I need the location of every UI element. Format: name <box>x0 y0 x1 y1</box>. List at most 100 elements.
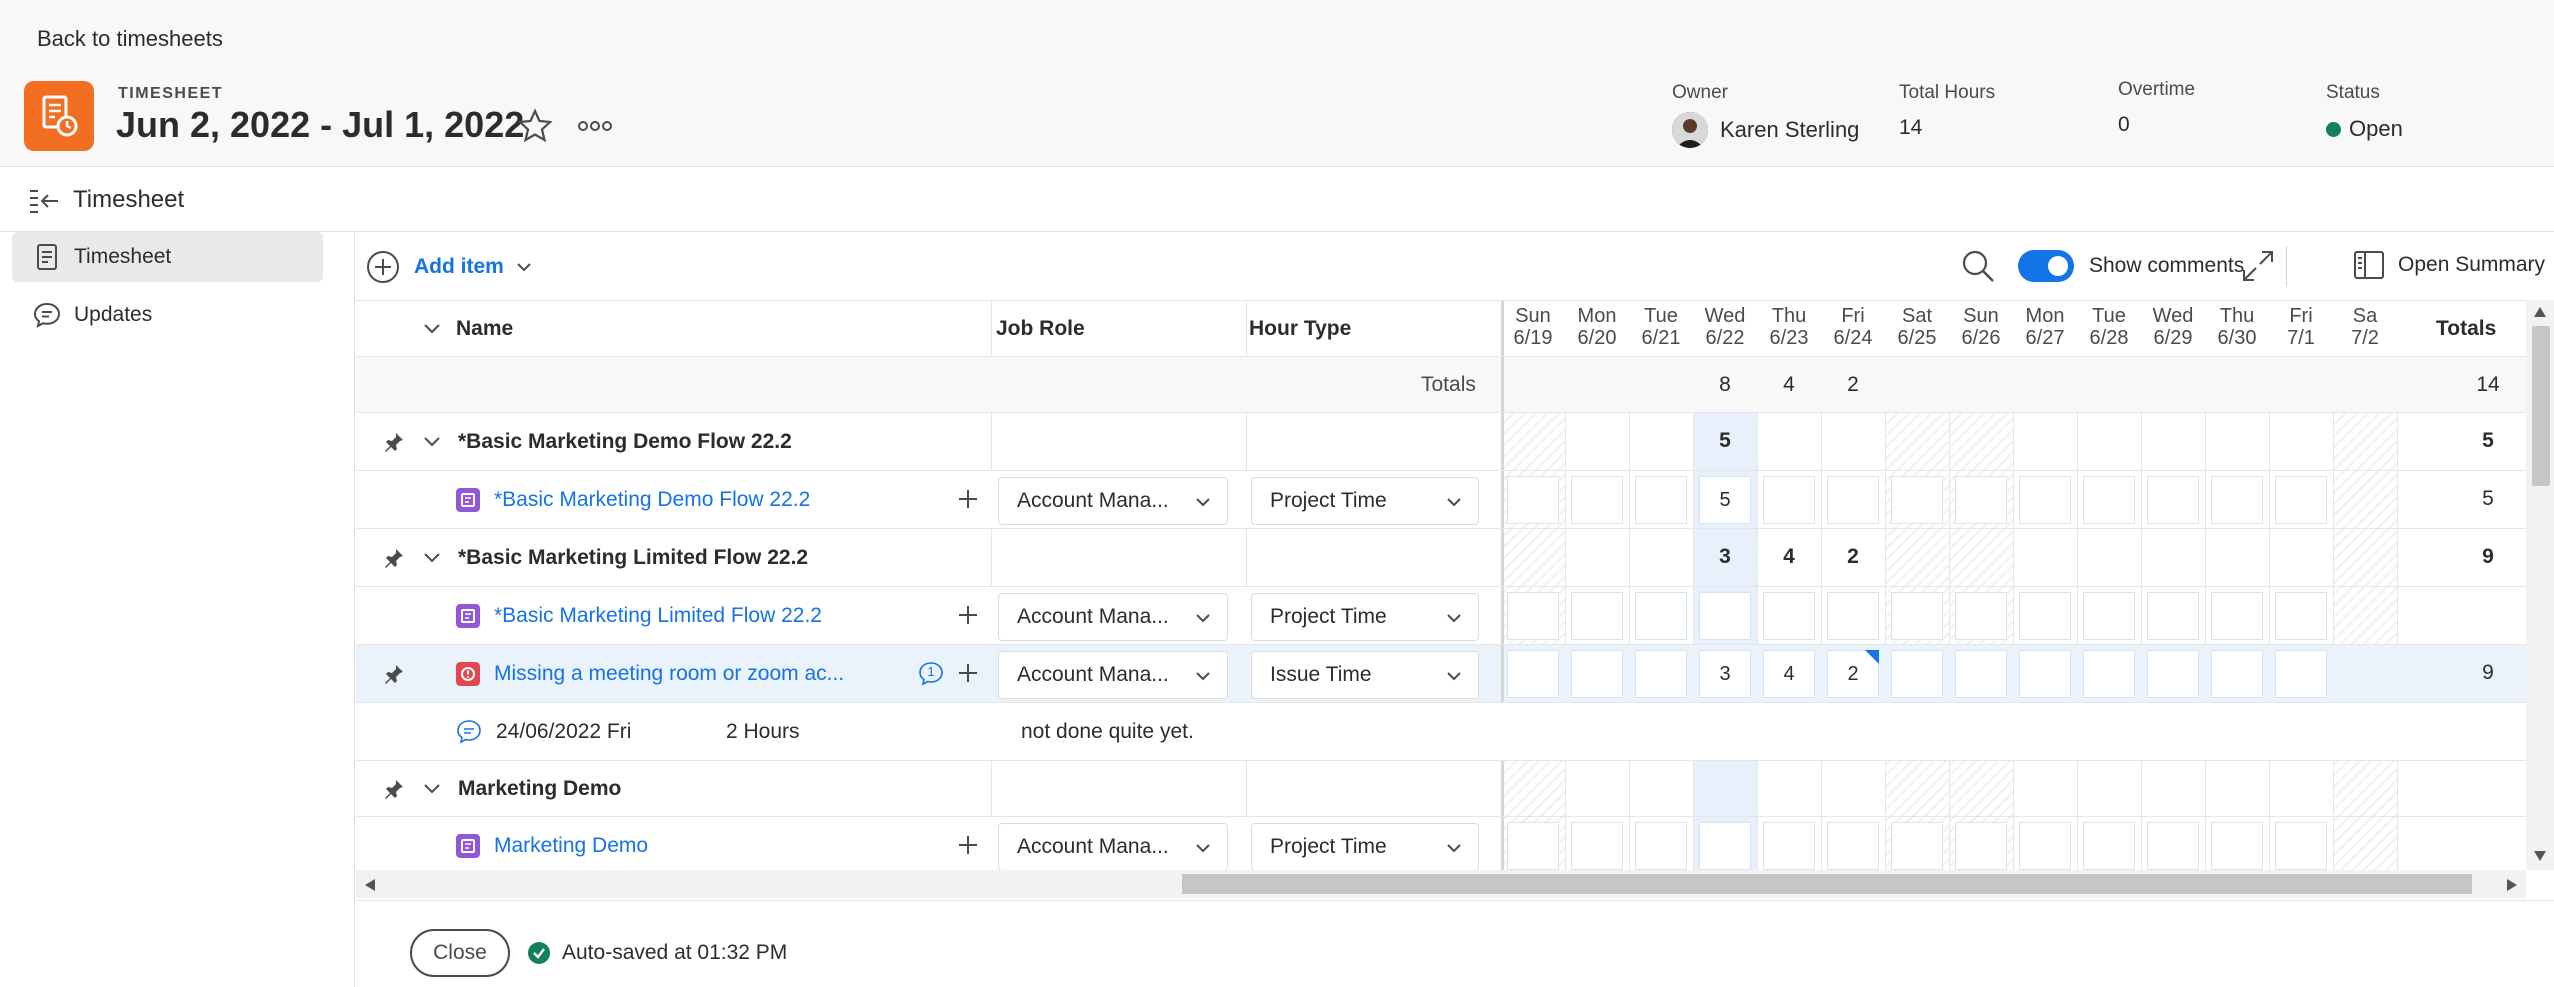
chevron-down-icon[interactable] <box>420 546 444 570</box>
pin-icon[interactable] <box>382 546 406 570</box>
hours-input[interactable] <box>1827 476 1879 524</box>
back-to-timesheets-link[interactable]: Back to timesheets <box>37 26 223 52</box>
hours-input[interactable] <box>1763 476 1815 524</box>
hours-input[interactable] <box>1635 476 1687 524</box>
hours-input[interactable] <box>1891 822 1943 870</box>
vertical-scroll-thumb[interactable] <box>2532 326 2550 486</box>
hours-input[interactable] <box>2147 650 2199 698</box>
hours-input[interactable] <box>1891 476 1943 524</box>
hours-input[interactable] <box>1635 822 1687 870</box>
hours-input[interactable]: 3 <box>1699 650 1751 698</box>
hours-input[interactable] <box>1763 822 1815 870</box>
more-options-icon[interactable] <box>575 106 615 146</box>
hours-input[interactable]: 4 <box>1763 650 1815 698</box>
job-role-dropdown[interactable]: Account Mana... <box>998 477 1228 525</box>
hours-input[interactable] <box>2019 822 2071 870</box>
hours-input[interactable] <box>2211 476 2263 524</box>
collapse-all-chevron-icon[interactable] <box>420 317 444 341</box>
hours-input[interactable] <box>1507 592 1559 640</box>
task-link[interactable]: *Basic Marketing Limited Flow 22.2 <box>494 604 822 628</box>
group-row[interactable]: Marketing Demo <box>356 761 2526 817</box>
hours-input[interactable] <box>2083 650 2135 698</box>
scroll-down-arrow-icon[interactable] <box>2533 850 2547 862</box>
hour-type-dropdown[interactable]: Issue Time <box>1251 651 1479 699</box>
hours-input[interactable] <box>1827 592 1879 640</box>
pin-icon[interactable] <box>382 430 406 454</box>
add-hours-plus-icon[interactable] <box>956 661 980 685</box>
comment-count-badge[interactable]: 1 <box>918 661 944 687</box>
hours-input[interactable] <box>2211 592 2263 640</box>
hours-input[interactable] <box>1571 592 1623 640</box>
avatar[interactable] <box>1672 112 1708 148</box>
hours-input[interactable] <box>1891 592 1943 640</box>
hours-input[interactable] <box>1955 822 2007 870</box>
hours-input[interactable] <box>1699 592 1751 640</box>
add-hours-plus-icon[interactable] <box>956 833 980 857</box>
hours-input[interactable] <box>2275 476 2327 524</box>
job-role-dropdown[interactable]: Account Mana... <box>998 823 1228 870</box>
hours-input[interactable] <box>2275 650 2327 698</box>
hours-input[interactable] <box>2083 476 2135 524</box>
hours-input[interactable] <box>2147 476 2199 524</box>
task-row[interactable]: Marketing Demo Account Mana... Project T… <box>356 817 2526 870</box>
scroll-right-arrow-icon[interactable] <box>2506 878 2518 892</box>
hour-type-dropdown[interactable]: Project Time <box>1251 477 1479 525</box>
open-summary-button[interactable]: Open Summary <box>2352 248 2545 282</box>
job-role-dropdown[interactable]: Account Mana... <box>998 651 1228 699</box>
group-row[interactable]: *Basic Marketing Demo Flow 22.2 5 5 <box>356 413 2526 471</box>
hours-input[interactable] <box>2275 822 2327 870</box>
group-row[interactable]: *Basic Marketing Limited Flow 22.2 3 4 2… <box>356 529 2526 587</box>
collapse-panel-icon[interactable] <box>28 188 60 214</box>
hours-input[interactable] <box>1635 650 1687 698</box>
column-header-hour-type[interactable]: Hour Type <box>1249 317 1351 341</box>
hours-input[interactable] <box>2275 592 2327 640</box>
task-row[interactable]: *Basic Marketing Demo Flow 22.2 Account … <box>356 471 2526 529</box>
column-header-name[interactable]: Name <box>456 317 513 341</box>
show-comments-toggle[interactable] <box>2018 250 2074 282</box>
hours-input[interactable] <box>1635 592 1687 640</box>
nav-item-updates[interactable]: Updates <box>12 290 323 340</box>
hours-input[interactable] <box>1571 650 1623 698</box>
column-header-job-role[interactable]: Job Role <box>996 317 1085 341</box>
hours-input[interactable] <box>2019 650 2071 698</box>
expand-icon[interactable] <box>2240 248 2276 284</box>
hours-input[interactable] <box>1571 822 1623 870</box>
hours-input[interactable] <box>1699 822 1751 870</box>
hour-type-dropdown[interactable]: Project Time <box>1251 593 1479 641</box>
task-link[interactable]: *Basic Marketing Demo Flow 22.2 <box>494 488 810 512</box>
scroll-up-arrow-icon[interactable] <box>2533 306 2547 318</box>
hours-input[interactable] <box>2019 476 2071 524</box>
hours-input[interactable] <box>1827 822 1879 870</box>
close-button[interactable]: Close <box>410 929 510 977</box>
hours-input[interactable] <box>1955 592 2007 640</box>
hours-input[interactable] <box>1763 592 1815 640</box>
job-role-dropdown[interactable]: Account Mana... <box>998 593 1228 641</box>
chevron-down-icon[interactable] <box>420 777 444 801</box>
hours-input[interactable] <box>1891 650 1943 698</box>
pin-icon[interactable] <box>382 662 406 686</box>
hours-input[interactable] <box>2083 592 2135 640</box>
task-link[interactable]: Marketing Demo <box>494 834 648 858</box>
hours-input[interactable] <box>2147 822 2199 870</box>
add-hours-plus-icon[interactable] <box>956 487 980 511</box>
vertical-scrollbar[interactable] <box>2526 300 2554 870</box>
hours-input[interactable] <box>1507 822 1559 870</box>
hours-input[interactable] <box>2083 822 2135 870</box>
hours-input[interactable] <box>1507 476 1559 524</box>
hours-input[interactable] <box>1507 650 1559 698</box>
chevron-down-icon[interactable] <box>420 430 444 454</box>
hours-input[interactable]: 5 <box>1699 476 1751 524</box>
hours-input[interactable] <box>2211 822 2263 870</box>
horizontal-scroll-thumb[interactable] <box>1182 874 2472 894</box>
scroll-left-arrow-icon[interactable] <box>364 878 376 892</box>
hours-input[interactable] <box>2147 592 2199 640</box>
hours-input[interactable] <box>1955 476 2007 524</box>
task-row-selected[interactable]: Missing a meeting room or zoom ac... 1 A… <box>356 645 2526 703</box>
pin-icon[interactable] <box>382 777 406 801</box>
hours-input[interactable] <box>2211 650 2263 698</box>
task-row[interactable]: *Basic Marketing Limited Flow 22.2 Accou… <box>356 587 2526 645</box>
horizontal-scrollbar[interactable] <box>356 870 2526 898</box>
hours-input[interactable] <box>1571 476 1623 524</box>
nav-item-timesheet[interactable]: Timesheet <box>12 232 323 282</box>
hours-input[interactable] <box>2019 592 2071 640</box>
